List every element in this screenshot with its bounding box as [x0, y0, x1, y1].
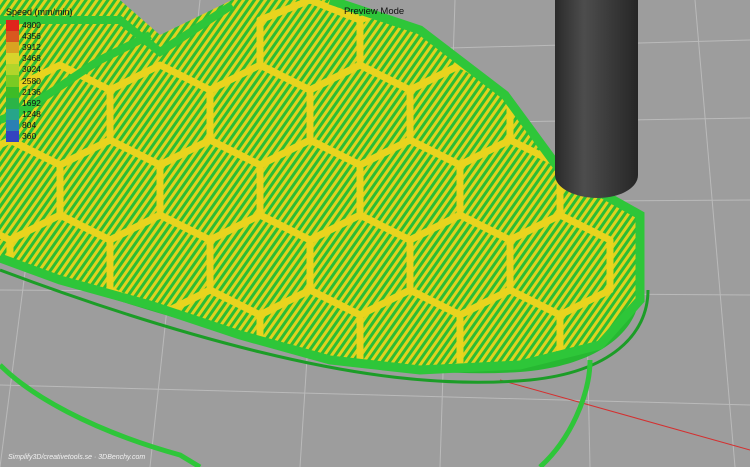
legend-label: 4356: [22, 31, 41, 42]
legend-entry: 804: [6, 119, 73, 131]
legend-label: 4800: [22, 20, 41, 31]
legend-swatch: [6, 119, 19, 131]
legend-swatch: [6, 64, 19, 76]
speed-legend: Speed (mm/min) 4800 4356 3912 3468 3024 2580 2…: [6, 7, 73, 143]
legend-swatch: [6, 31, 19, 43]
legend-swatch: [6, 86, 19, 98]
legend-entry: 1248: [6, 108, 73, 120]
toolpath-preview-canvas[interactable]: [0, 0, 750, 467]
legend-label: 3024: [22, 64, 41, 75]
preview-mode-label: Preview Mode: [344, 6, 405, 17]
legend-entry: 3912: [6, 42, 73, 54]
legend-entry: 360: [6, 130, 73, 143]
legend-label: 1692: [22, 97, 41, 108]
legend-label: 804: [22, 119, 37, 130]
legend-swatch: [6, 53, 19, 65]
legend-entry: 3468: [6, 53, 73, 65]
legend-entry: 4800: [6, 20, 73, 32]
preview-viewport[interactable]: Speed (mm/min) 4800 4356 3912 3468 3024 2580 2…: [0, 0, 750, 467]
legend-label: 3912: [22, 42, 41, 53]
legend-swatch: [6, 42, 19, 54]
legend-title: Speed (mm/min): [6, 7, 73, 17]
credit-text: Simplify3D/creativetools.se · 3DBenchy.c…: [8, 454, 146, 461]
legend-swatch: [6, 130, 19, 143]
nozzle-icon: [555, 0, 638, 198]
legend-entries: 4800 4356 3912 3468 3024 2580 2136 1692 1248 804 3…: [6, 20, 73, 143]
legend-swatch: [6, 20, 19, 32]
legend-label: 3468: [22, 53, 41, 64]
legend-entry: 1692: [6, 97, 73, 109]
legend-entry: 3024: [6, 64, 73, 76]
legend-label: 2580: [22, 75, 41, 86]
legend-label: 2136: [22, 86, 41, 97]
legend-entry: 2136: [6, 86, 73, 98]
legend-swatch: [6, 97, 19, 109]
legend-label: 360: [22, 130, 37, 141]
legend-swatch: [6, 75, 19, 87]
legend-entry: 4356: [6, 31, 73, 43]
legend-swatch: [6, 108, 19, 120]
legend-label: 1248: [22, 108, 41, 119]
legend-entry: 2580: [6, 75, 73, 87]
